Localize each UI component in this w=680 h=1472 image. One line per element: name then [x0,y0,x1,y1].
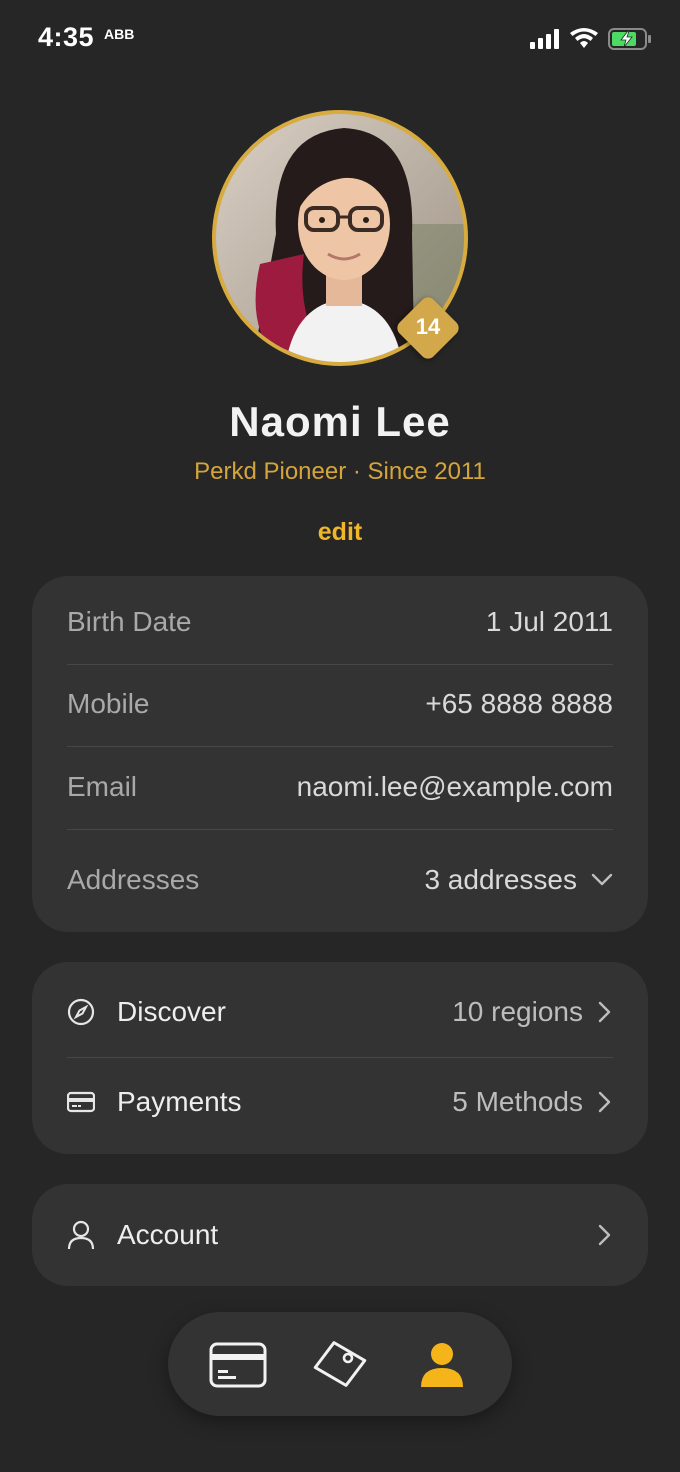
wifi-icon [570,28,598,48]
payments-value-wrap: 5 Methods [452,1086,613,1118]
tab-offers[interactable] [310,1340,370,1390]
profile-tier: Perkd Pioneer · Since 2011 [194,458,486,485]
mobile-label: Mobile [67,688,150,719]
divider [67,664,613,665]
email-label: Email [67,771,138,802]
payments-value: 5 Methods [452,1086,583,1117]
payments-label: Payments [117,1086,242,1117]
profile-name: Naomi Lee [229,398,451,445]
mobile-row[interactable]: Mobile +65 8888 8888 [67,684,613,724]
account-row[interactable]: Account [67,1215,613,1255]
card-icon [209,1342,267,1388]
birth-date-value: 1 Jul 2011 [485,606,613,637]
discover-label-wrap: Discover [67,996,226,1028]
discover-value: 10 regions [452,996,583,1027]
account-card: Account [32,1184,648,1286]
edit-button[interactable]: edit [0,518,680,547]
tab-cards[interactable] [208,1340,268,1390]
person-icon [67,1220,95,1250]
addresses-value-wrap[interactable]: 3 addresses [424,864,613,896]
birth-date-label: Birth Date [67,606,192,637]
level-number: 14 [415,314,441,339]
compass-icon [67,998,95,1026]
payments-label-wrap: Payments [67,1086,242,1118]
email-value: naomi.lee@example.com [296,771,613,802]
chevron-down-icon[interactable] [591,873,613,887]
mobile-value: +65 8888 8888 [425,688,613,719]
person-icon [421,1343,463,1387]
status-indicator: ABB [104,26,135,42]
divider [67,1057,613,1058]
account-value-wrap [597,1223,613,1247]
account-label-wrap: Account [67,1219,218,1251]
links-card: Discover 10 regions Payments 5 Methods [32,962,648,1154]
email-row[interactable]: Email naomi.lee@example.com [67,767,613,807]
discover-value-wrap: 10 regions [452,996,613,1028]
level-badge: 14 [394,294,462,362]
addresses-label: Addresses [67,864,200,895]
discover-row[interactable]: Discover 10 regions [67,992,613,1032]
details-card: Birth Date 1 Jul 2011 Mobile +65 8888 88… [32,576,648,932]
credit-card-icon [67,1091,95,1113]
addresses-value: 3 addresses [424,864,577,895]
divider [67,829,613,830]
status-icons [530,28,652,50]
divider [67,746,613,747]
signal-icon [530,29,559,49]
chevron-right-icon [598,1001,611,1023]
birth-date-row[interactable]: Birth Date 1 Jul 2011 [67,602,613,642]
tag-icon [313,1341,367,1387]
chevron-right-icon [598,1091,611,1113]
tab-profile[interactable] [412,1340,472,1390]
payments-row[interactable]: Payments 5 Methods [67,1082,613,1122]
addresses-row[interactable]: Addresses 3 addresses [67,860,613,900]
status-time: 4:35 [38,22,95,52]
discover-label: Discover [117,996,226,1027]
chevron-right-icon [598,1224,611,1246]
tab-bar [168,1312,512,1416]
battery-icon [608,28,651,50]
account-label: Account [117,1219,219,1250]
status-bar: 4:35 ABB [0,0,680,80]
